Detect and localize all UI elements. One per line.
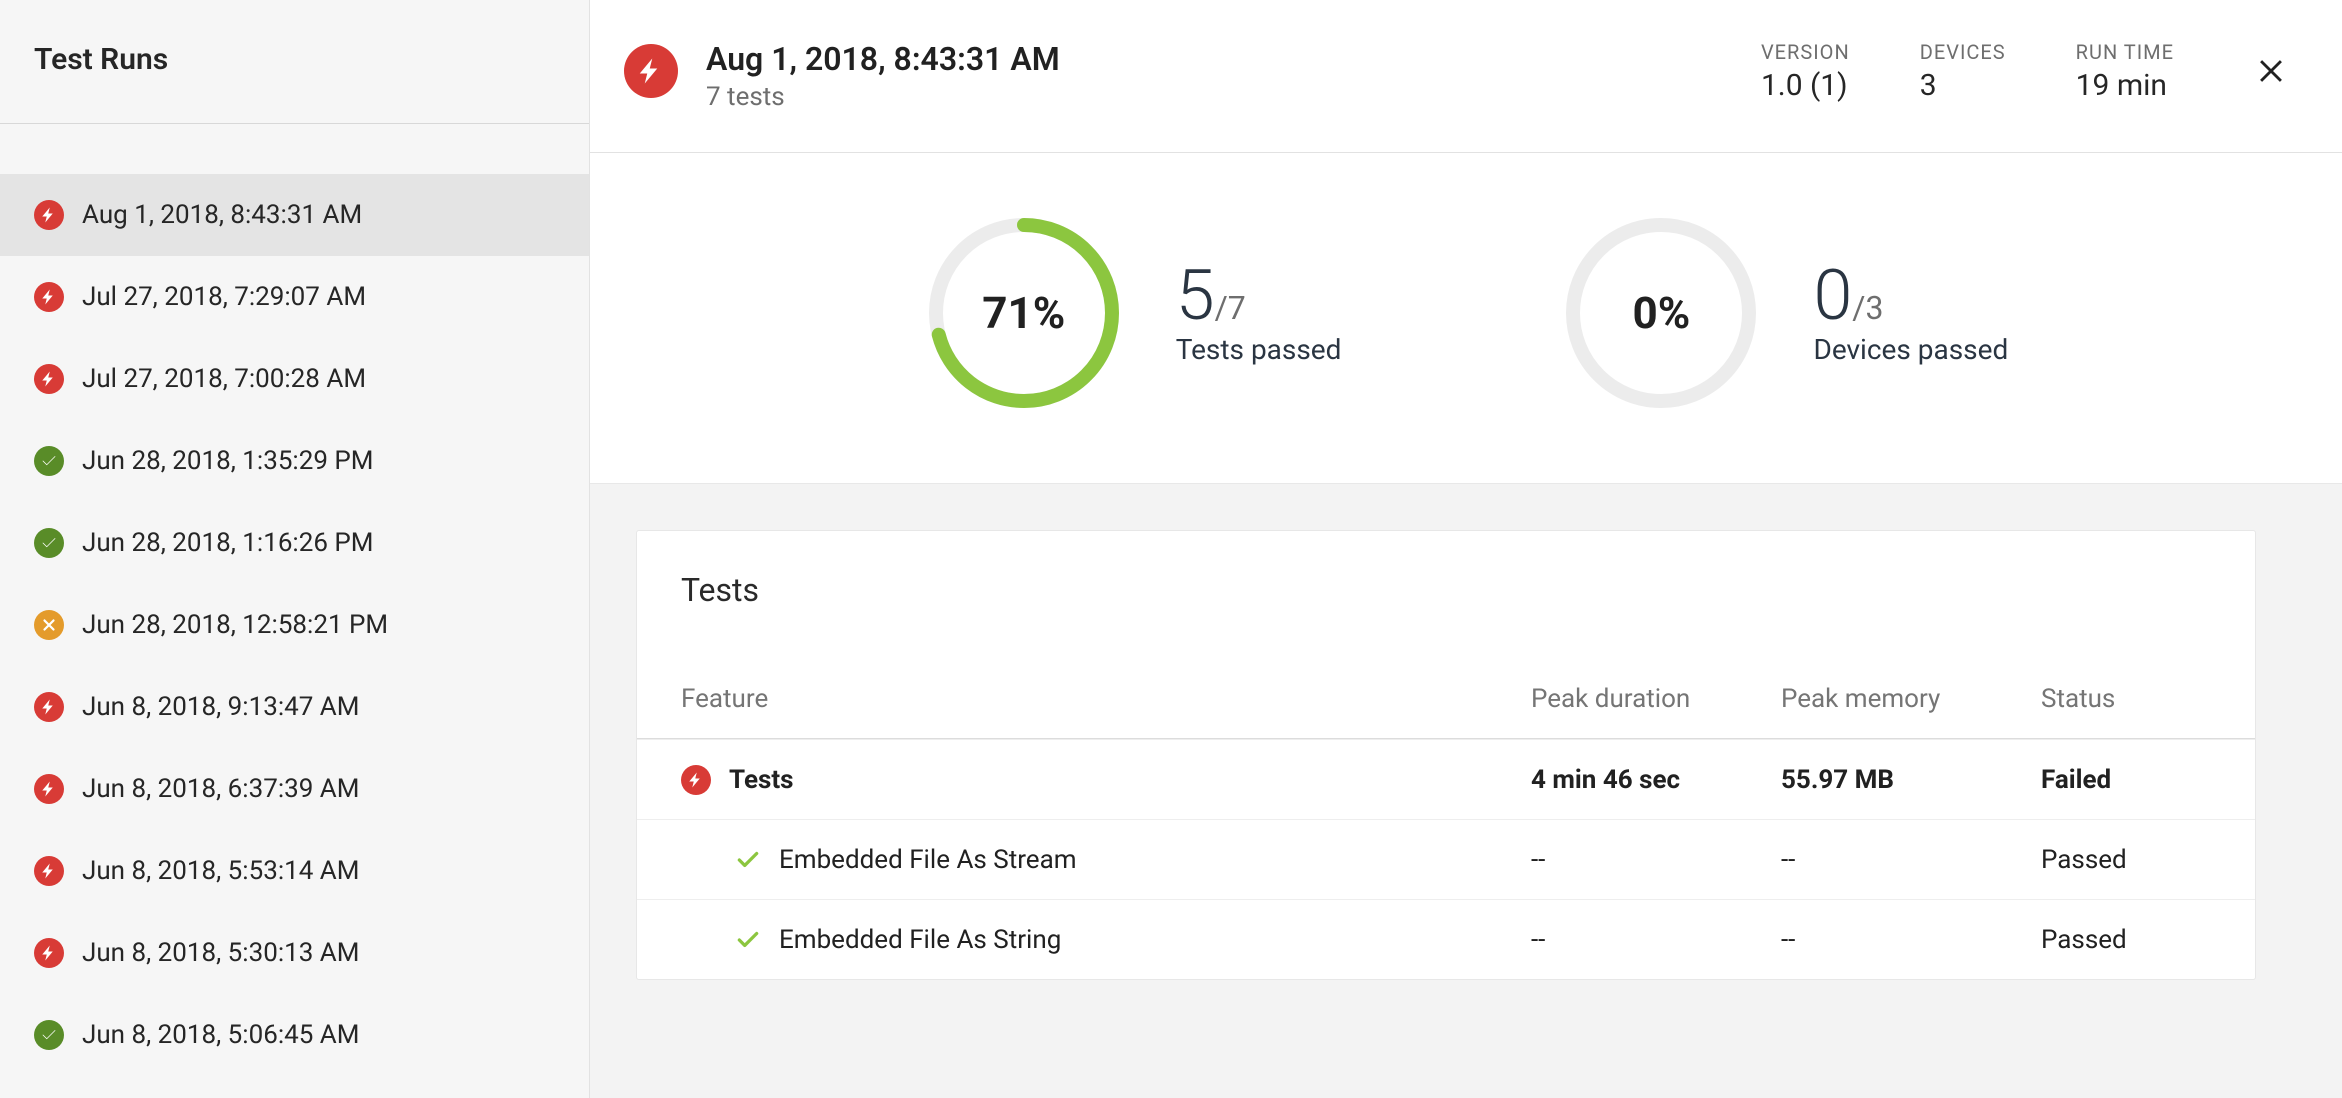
cell-status: Failed [2041, 765, 2211, 795]
x-icon [34, 610, 64, 640]
bolt-icon [34, 282, 64, 312]
summary-tests-count: 5/7 [1176, 261, 1342, 331]
table-row[interactable]: Embedded File As String----Passed [637, 899, 2255, 979]
title-block: Aug 1, 2018, 8:43:31 AM 7 tests [706, 40, 1060, 112]
run-title: Aug 1, 2018, 8:43:31 AM [706, 40, 1060, 78]
run-item[interactable]: Jul 27, 2018, 7:00:28 AM [0, 338, 589, 420]
run-subtitle: 7 tests [706, 82, 1060, 112]
main-panel: Aug 1, 2018, 8:43:31 AM 7 tests VERSION … [590, 0, 2342, 1098]
run-item[interactable]: Jun 8, 2018, 5:30:13 AM [0, 912, 589, 994]
cell-feature-name: Embedded File As Stream [779, 845, 1077, 875]
meta-version-value: 1.0 (1) [1761, 68, 1850, 103]
table-group-row[interactable]: Tests 4 min 46 sec55.97 MBFailed [637, 739, 2255, 819]
bolt-icon [34, 938, 64, 968]
run-item-label: Jun 8, 2018, 5:06:45 AM [82, 1020, 359, 1050]
cell-feature: Embedded File As String [681, 925, 1531, 955]
meta-runtime: RUN TIME 19 min [2076, 40, 2174, 103]
cell-memory: 55.97 MB [1781, 765, 2041, 795]
table-row[interactable]: Embedded File As Stream----Passed [637, 819, 2255, 899]
summary-tests: 71% 5/7 Tests passed [924, 213, 1342, 413]
col-status-header: Status [2041, 684, 2211, 714]
cell-status: Passed [2041, 925, 2211, 955]
bolt-icon [34, 692, 64, 722]
cell-feature: Tests [681, 765, 1531, 795]
meta-runtime-value: 19 min [2076, 68, 2174, 103]
meta-version-label: VERSION [1761, 40, 1850, 64]
close-button[interactable] [2250, 50, 2292, 92]
content-area: Tests Feature Peak duration Peak memory … [590, 484, 2342, 1098]
run-item-label: Jun 28, 2018, 12:58:21 PM [82, 610, 388, 640]
tests-card: Tests Feature Peak duration Peak memory … [636, 530, 2256, 980]
ring-tests: 71% [924, 213, 1124, 413]
app-root: Test Runs Aug 1, 2018, 8:43:31 AM Jul 27,… [0, 0, 2342, 1098]
bolt-icon [34, 774, 64, 804]
table-header: Feature Peak duration Peak memory Status [637, 659, 2255, 739]
run-item[interactable]: Jun 8, 2018, 5:06:45 AM [0, 994, 589, 1076]
summary-devices: 0% 0/3 Devices passed [1561, 213, 2008, 413]
bolt-icon [624, 44, 678, 98]
col-feature-header: Feature [681, 684, 1531, 714]
bolt-icon [681, 765, 711, 795]
sidebar-title: Test Runs [0, 0, 589, 124]
check-icon [34, 446, 64, 476]
cell-memory: -- [1781, 845, 2041, 875]
run-item-label: Aug 1, 2018, 8:43:31 AM [82, 200, 362, 230]
cell-duration: 4 min 46 sec [1531, 765, 1781, 795]
check-icon [34, 1020, 64, 1050]
run-list: Aug 1, 2018, 8:43:31 AM Jul 27, 2018, 7:2… [0, 124, 589, 1098]
cell-feature: Embedded File As Stream [681, 845, 1531, 875]
check-icon [34, 528, 64, 558]
summary-tests-label: Tests passed [1176, 333, 1342, 366]
cell-feature-name: Tests [729, 765, 794, 795]
run-item-label: Jul 27, 2018, 7:29:07 AM [82, 282, 366, 312]
summary-devices-count: 0/3 [1813, 261, 2008, 331]
run-item[interactable]: Jun 8, 2018, 9:13:47 AM [0, 666, 589, 748]
run-item-label: Jun 28, 2018, 1:16:26 PM [82, 528, 374, 558]
bolt-icon [34, 200, 64, 230]
meta-devices-label: DEVICES [1920, 40, 2006, 64]
ring-devices: 0% [1561, 213, 1761, 413]
cell-feature-name: Embedded File As String [779, 925, 1061, 955]
meta-devices-value: 3 [1920, 68, 2006, 103]
col-duration-header: Peak duration [1531, 684, 1781, 714]
ring-devices-percent: 0% [1561, 213, 1761, 413]
cell-duration: -- [1531, 925, 1781, 955]
run-item-label: Jun 8, 2018, 5:53:14 AM [82, 856, 359, 886]
col-memory-header: Peak memory [1781, 684, 2041, 714]
cell-duration: -- [1531, 845, 1781, 875]
check-icon [735, 927, 761, 953]
run-item[interactable]: Jun 28, 2018, 1:16:26 PM [0, 502, 589, 584]
ring-tests-percent: 71% [924, 213, 1124, 413]
run-item[interactable]: Jun 8, 2018, 5:53:14 AM [0, 830, 589, 912]
summary-strip: 71% 5/7 Tests passed 0% [590, 153, 2342, 484]
run-item-label: Jun 8, 2018, 5:30:13 AM [82, 938, 359, 968]
run-item[interactable]: Jul 27, 2018, 7:29:07 AM [0, 256, 589, 338]
bolt-icon [34, 856, 64, 886]
run-item-label: Jun 8, 2018, 6:37:39 AM [82, 774, 359, 804]
run-item-label: Jul 27, 2018, 7:00:28 AM [82, 364, 366, 394]
tests-card-title: Tests [637, 531, 2255, 659]
cell-status: Passed [2041, 845, 2211, 875]
run-item[interactable]: Aug 1, 2018, 8:43:31 AM [0, 174, 589, 256]
run-item[interactable]: Jun 8, 2018, 6:37:39 AM [0, 748, 589, 830]
check-icon [735, 847, 761, 873]
meta-devices: DEVICES 3 [1920, 40, 2006, 103]
header-meta: VERSION 1.0 (1) DEVICES 3 RUN TIME 19 mi… [1761, 40, 2174, 103]
bolt-icon [34, 364, 64, 394]
main-header: Aug 1, 2018, 8:43:31 AM 7 tests VERSION … [590, 0, 2342, 153]
meta-runtime-label: RUN TIME [2076, 40, 2174, 64]
run-item-label: Jun 28, 2018, 1:35:29 PM [82, 446, 374, 476]
meta-version: VERSION 1.0 (1) [1761, 40, 1850, 103]
cell-memory: -- [1781, 925, 2041, 955]
run-item-label: Jun 8, 2018, 9:13:47 AM [82, 692, 359, 722]
run-item[interactable]: Jun 28, 2018, 1:35:29 PM [0, 420, 589, 502]
summary-devices-label: Devices passed [1813, 333, 2008, 366]
run-item[interactable]: Jun 28, 2018, 12:58:21 PM [0, 584, 589, 666]
sidebar: Test Runs Aug 1, 2018, 8:43:31 AM Jul 27,… [0, 0, 590, 1098]
